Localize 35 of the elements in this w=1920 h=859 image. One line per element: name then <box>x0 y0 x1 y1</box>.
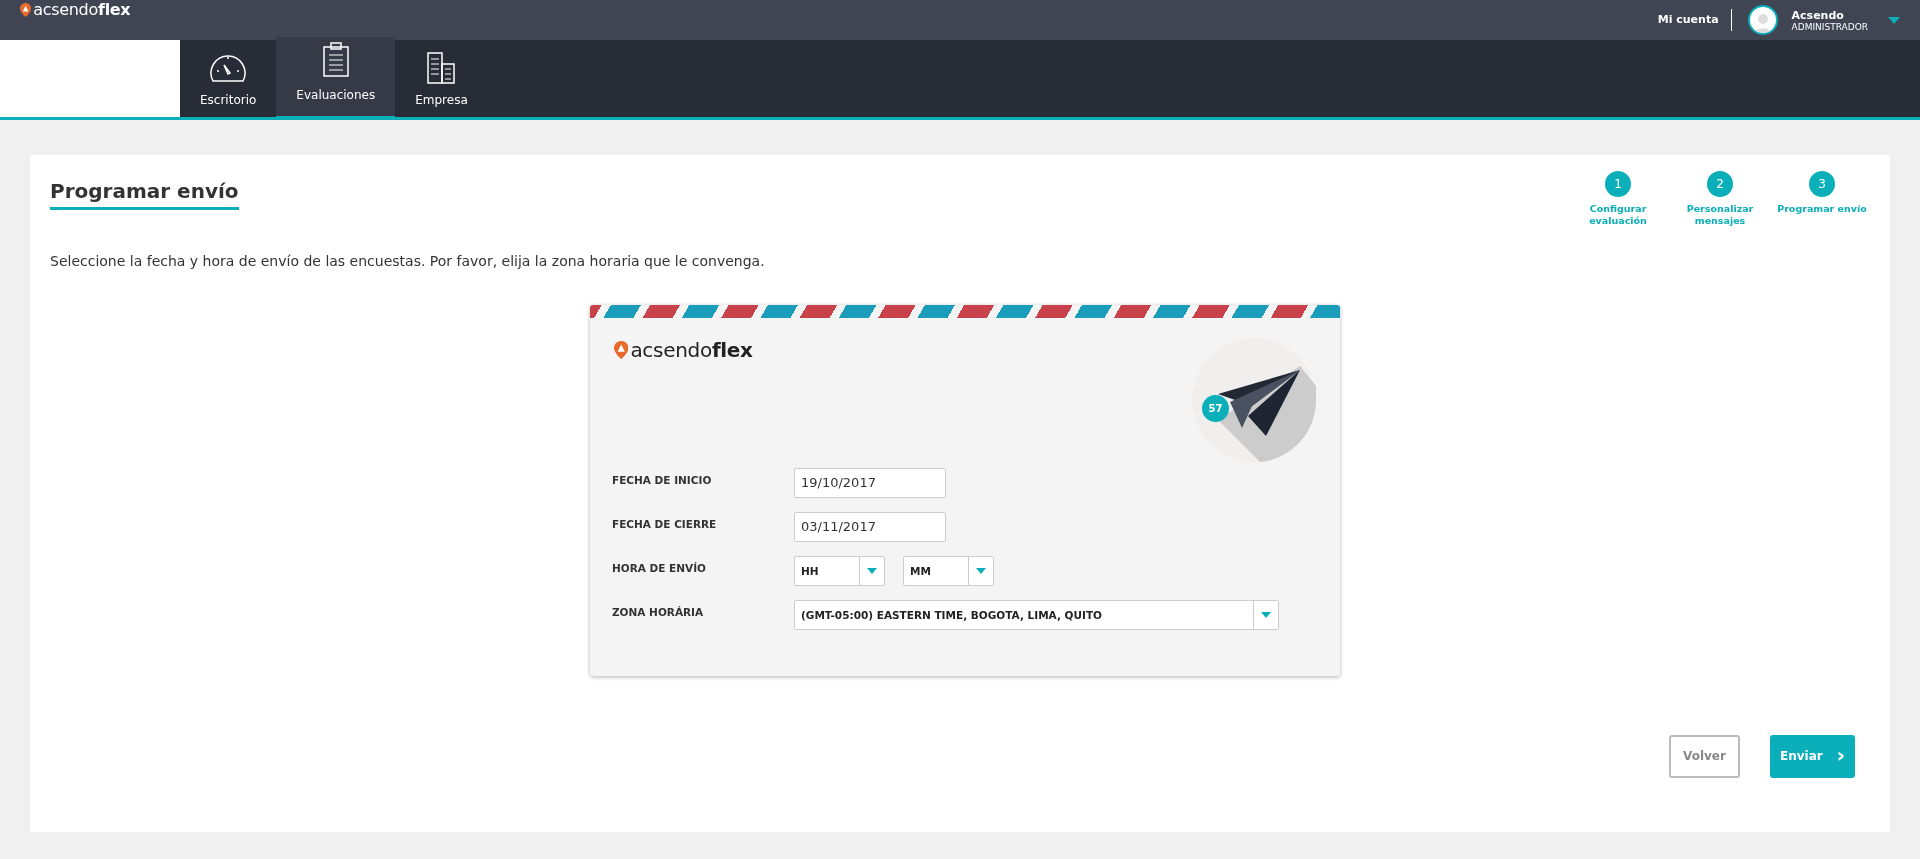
time-select[interactable]: HH <box>794 555 885 586</box>
field-label: FECHA DE CIERRE <box>612 517 718 530</box>
caret-down-icon <box>1261 611 1271 618</box>
account-link[interactable]: Mi cuenta <box>1657 9 1732 31</box>
back-button[interactable]: Volver <box>1669 734 1740 778</box>
page-title: Programar envío <box>50 179 239 210</box>
step-label: Programar envío <box>1776 203 1868 215</box>
step-number: 2 <box>1707 171 1733 197</box>
date-field[interactable]: 19/10/2017 <box>794 467 946 498</box>
clipboard-icon <box>321 42 350 78</box>
user-name: Acsendo <box>1791 8 1845 22</box>
step-label: Configurar evaluación <box>1588 203 1648 227</box>
page-description: Seleccione la fecha y hora de envío de las encuestas. Por favor, elija la zona horaria que le convenga. <box>50 252 766 269</box>
nav-tab[interactable]: Empresa <box>395 40 488 117</box>
caret-down-icon <box>867 567 877 574</box>
avatar-icon[interactable] <box>1747 5 1778 35</box>
location-pin-icon <box>20 2 32 17</box>
time-select[interactable]: MM <box>903 555 994 586</box>
step-number: 3 <box>1809 171 1835 197</box>
logo: acsendoflex <box>614 337 753 362</box>
logo[interactable]: acsendoflex <box>20 0 131 19</box>
field-label: ZONA HORÁRIA <box>612 605 705 618</box>
caret-down-icon[interactable] <box>1888 16 1900 24</box>
date-field[interactable]: 03/11/2017 <box>794 511 946 542</box>
timezone-select[interactable]: (GMT-05:00) EASTERN TIME, BOGOTA, LIMA, QUITO <box>794 599 1279 630</box>
field-label: HORA DE ENVÍO <box>612 561 708 574</box>
step-number: 1 <box>1605 171 1631 197</box>
step-label: Personalizar mensajes <box>1685 203 1755 227</box>
caret-down-icon <box>976 567 986 574</box>
user-role: ADMINISTRADOR <box>1791 21 1868 32</box>
field-label: FECHA DE INICIO <box>612 473 713 486</box>
nav-tab[interactable]: Escritorio <box>180 40 277 117</box>
building-icon <box>426 51 457 85</box>
nav-tab[interactable]: Evaluaciones <box>276 37 396 120</box>
location-pin-icon <box>614 340 629 359</box>
